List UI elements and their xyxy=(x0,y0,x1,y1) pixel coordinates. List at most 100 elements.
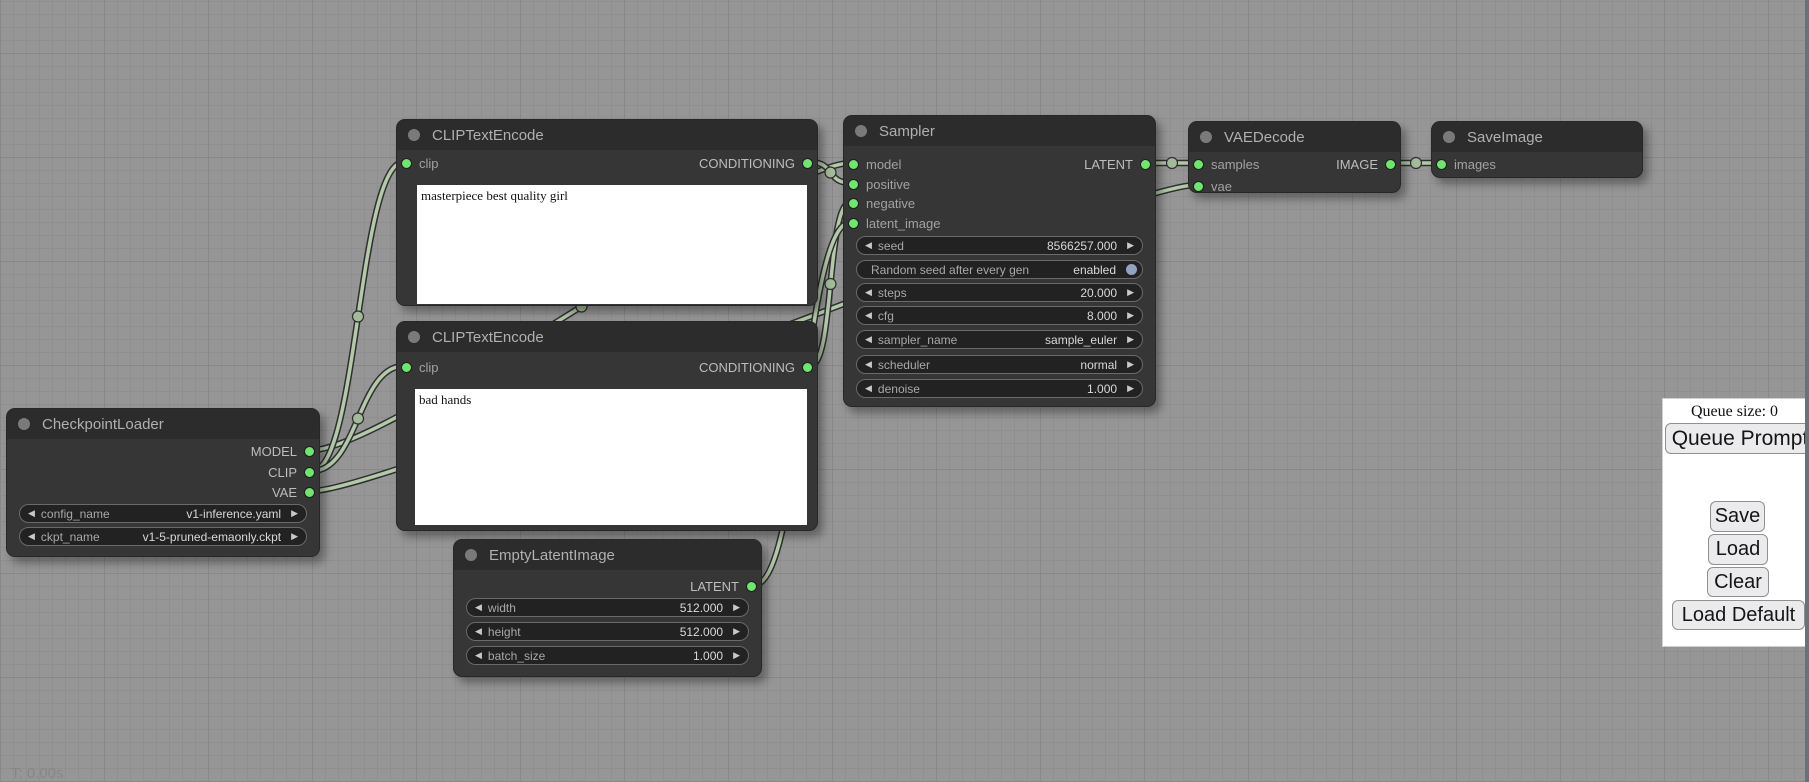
output-port-label: VAE xyxy=(272,485,297,500)
widget-decrement-arrow-icon[interactable]: ◀ xyxy=(28,532,35,541)
toggle-dot-icon[interactable] xyxy=(1126,264,1137,275)
node-title-bar[interactable]: VAEDecode xyxy=(1189,122,1400,152)
widget-decrement-arrow-icon[interactable]: ◀ xyxy=(475,603,482,612)
node-title-bar[interactable]: CLIPTextEncode xyxy=(397,120,817,150)
node-Sampler[interactable]: Samplermodelpositivenegativelatent_image… xyxy=(843,115,1156,407)
widget-scheduler[interactable]: ◀schedulernormal▶ xyxy=(856,355,1143,374)
collapse-dot-icon[interactable] xyxy=(408,129,420,141)
widget-increment-arrow-icon[interactable]: ▶ xyxy=(1127,360,1134,369)
widget-value: 1.000 xyxy=(1087,382,1117,396)
queue-prompt-button[interactable]: Queue Prompt xyxy=(1665,423,1806,454)
input-slot-dot[interactable] xyxy=(848,198,859,209)
queue-menu-panel: Queue size: 0 Queue Prompt Save Load Cle… xyxy=(1662,398,1806,647)
widget-value: v1-inference.yaml xyxy=(186,507,281,521)
node-title-bar[interactable]: CheckpointLoader xyxy=(7,409,319,439)
input-slot-dot[interactable] xyxy=(1436,159,1447,170)
collapse-dot-icon[interactable] xyxy=(855,125,867,137)
node-EmptyLatentImage[interactable]: EmptyLatentImageLATENT◀width512.000▶◀hei… xyxy=(453,539,762,677)
node-title-bar[interactable]: EmptyLatentImage xyxy=(454,540,761,570)
node-title-bar[interactable]: CLIPTextEncode xyxy=(397,322,817,352)
output-slot-dot[interactable] xyxy=(1385,159,1396,170)
widget-increment-arrow-icon[interactable]: ▶ xyxy=(291,509,298,518)
widget-cfg[interactable]: ◀cfg8.000▶ xyxy=(856,306,1143,325)
clear-button[interactable]: Clear xyxy=(1707,567,1769,597)
input-slot-dot[interactable] xyxy=(401,362,412,373)
input-slot-dot[interactable] xyxy=(1193,181,1204,192)
widget-increment-arrow-icon[interactable]: ▶ xyxy=(1127,384,1134,393)
prompt-textarea[interactable] xyxy=(417,185,807,304)
link-midpoint-dot[interactable] xyxy=(825,167,836,178)
widget-value: 512.000 xyxy=(680,625,723,639)
node-graph-canvas[interactable]: CheckpointLoaderMODELCLIPVAE◀config_name… xyxy=(0,0,1809,782)
widget-decrement-arrow-icon[interactable]: ◀ xyxy=(28,509,35,518)
widget-increment-arrow-icon[interactable]: ▶ xyxy=(733,603,740,612)
widget-height[interactable]: ◀height512.000▶ xyxy=(466,622,749,641)
input-slot-dot[interactable] xyxy=(848,159,859,170)
input-slot-dot[interactable] xyxy=(848,218,859,229)
output-slot-dot[interactable] xyxy=(802,158,813,169)
output-slot-dot[interactable] xyxy=(1140,159,1151,170)
link-midpoint-dot[interactable] xyxy=(1167,158,1178,169)
widget-decrement-arrow-icon[interactable]: ◀ xyxy=(865,335,872,344)
widget-label: cfg xyxy=(878,309,894,323)
output-slot-dot[interactable] xyxy=(304,446,315,457)
link-midpoint-dot[interactable] xyxy=(353,311,364,322)
link-midpoint-dot[interactable] xyxy=(1411,158,1422,169)
widget-label: width xyxy=(488,601,516,615)
collapse-dot-icon[interactable] xyxy=(408,331,420,343)
output-port-LATENT: LATENT xyxy=(1084,158,1151,171)
input-port-label: negative xyxy=(866,196,915,211)
widget-value: 8566257.000 xyxy=(1047,239,1117,253)
widget-decrement-arrow-icon[interactable]: ◀ xyxy=(865,311,872,320)
widget-denoise[interactable]: ◀ denoise 1.000 ▶ xyxy=(856,379,1143,398)
output-slot-dot[interactable] xyxy=(304,467,315,478)
widget-increment-arrow-icon[interactable]: ▶ xyxy=(1127,241,1134,250)
node-title-bar[interactable]: Sampler xyxy=(844,116,1155,146)
save-button[interactable]: Save xyxy=(1710,501,1765,532)
output-slot-dot[interactable] xyxy=(746,581,757,592)
node-VAEDecode[interactable]: VAEDecodesamplesvaeIMAGE xyxy=(1188,121,1401,193)
widget-random-seed-after-every-gen[interactable]: Random seed after every genenabled xyxy=(856,260,1143,279)
link-midpoint-dot[interactable] xyxy=(825,279,836,290)
widget-ckpt-name[interactable]: ◀ckpt_namev1-5-pruned-emaonly.ckpt▶ xyxy=(19,527,307,546)
output-slot-dot[interactable] xyxy=(802,362,813,373)
prompt-textarea[interactable] xyxy=(415,389,807,525)
widget-decrement-arrow-icon[interactable]: ◀ xyxy=(475,627,482,636)
node-CLIPTextEncode1[interactable]: CLIPTextEncodeclipCONDITIONING xyxy=(396,119,818,306)
link-midpoint-dot[interactable] xyxy=(353,413,364,424)
load-button[interactable]: Load xyxy=(1708,534,1768,565)
collapse-dot-icon[interactable] xyxy=(1200,131,1212,143)
collapse-dot-icon[interactable] xyxy=(465,549,477,561)
widget-decrement-arrow-icon[interactable]: ◀ xyxy=(865,288,872,297)
widget-decrement-arrow-icon[interactable]: ◀ xyxy=(865,384,872,393)
collapse-dot-icon[interactable] xyxy=(1443,131,1455,143)
node-SaveImage[interactable]: SaveImageimages xyxy=(1431,121,1643,178)
widget-config-name[interactable]: ◀config_namev1-inference.yaml▶ xyxy=(19,504,307,523)
widget-seed[interactable]: ◀seed8566257.000▶ xyxy=(856,236,1143,255)
input-slot-dot[interactable] xyxy=(1193,159,1204,170)
widget-batch-size[interactable]: ◀batch_size1.000▶ xyxy=(466,646,749,665)
widget-increment-arrow-icon[interactable]: ▶ xyxy=(1127,288,1134,297)
widget-steps[interactable]: ◀steps20.000▶ xyxy=(856,283,1143,302)
widget-decrement-arrow-icon[interactable]: ◀ xyxy=(475,651,482,660)
widget-increment-arrow-icon[interactable]: ▶ xyxy=(733,627,740,636)
widget-increment-arrow-icon[interactable]: ▶ xyxy=(733,651,740,660)
output-slot-dot[interactable] xyxy=(304,487,315,498)
widget-decrement-arrow-icon[interactable]: ◀ xyxy=(865,360,872,369)
widget-width[interactable]: ◀width512.000▶ xyxy=(466,598,749,617)
widget-increment-arrow-icon[interactable]: ▶ xyxy=(1127,311,1134,320)
node-CLIPTextEncode2[interactable]: CLIPTextEncodeclipCONDITIONING xyxy=(396,321,818,531)
load-default-button[interactable]: Load Default xyxy=(1672,600,1805,630)
collapse-dot-icon[interactable] xyxy=(18,418,30,430)
input-port-positive: positive xyxy=(848,178,910,191)
node-CheckpointLoader[interactable]: CheckpointLoaderMODELCLIPVAE◀config_name… xyxy=(6,408,320,557)
widget-increment-arrow-icon[interactable]: ▶ xyxy=(291,532,298,541)
widget-increment-arrow-icon[interactable]: ▶ xyxy=(1127,335,1134,344)
node-title-bar[interactable]: SaveImage xyxy=(1432,122,1642,152)
widget-decrement-arrow-icon[interactable]: ◀ xyxy=(865,241,872,250)
widget-sampler-name[interactable]: ◀sampler_namesample_euler▶ xyxy=(856,330,1143,349)
input-slot-dot[interactable] xyxy=(401,158,412,169)
output-port-label: CONDITIONING xyxy=(699,156,795,171)
input-slot-dot[interactable] xyxy=(848,179,859,190)
widget-label: denoise xyxy=(878,382,920,396)
